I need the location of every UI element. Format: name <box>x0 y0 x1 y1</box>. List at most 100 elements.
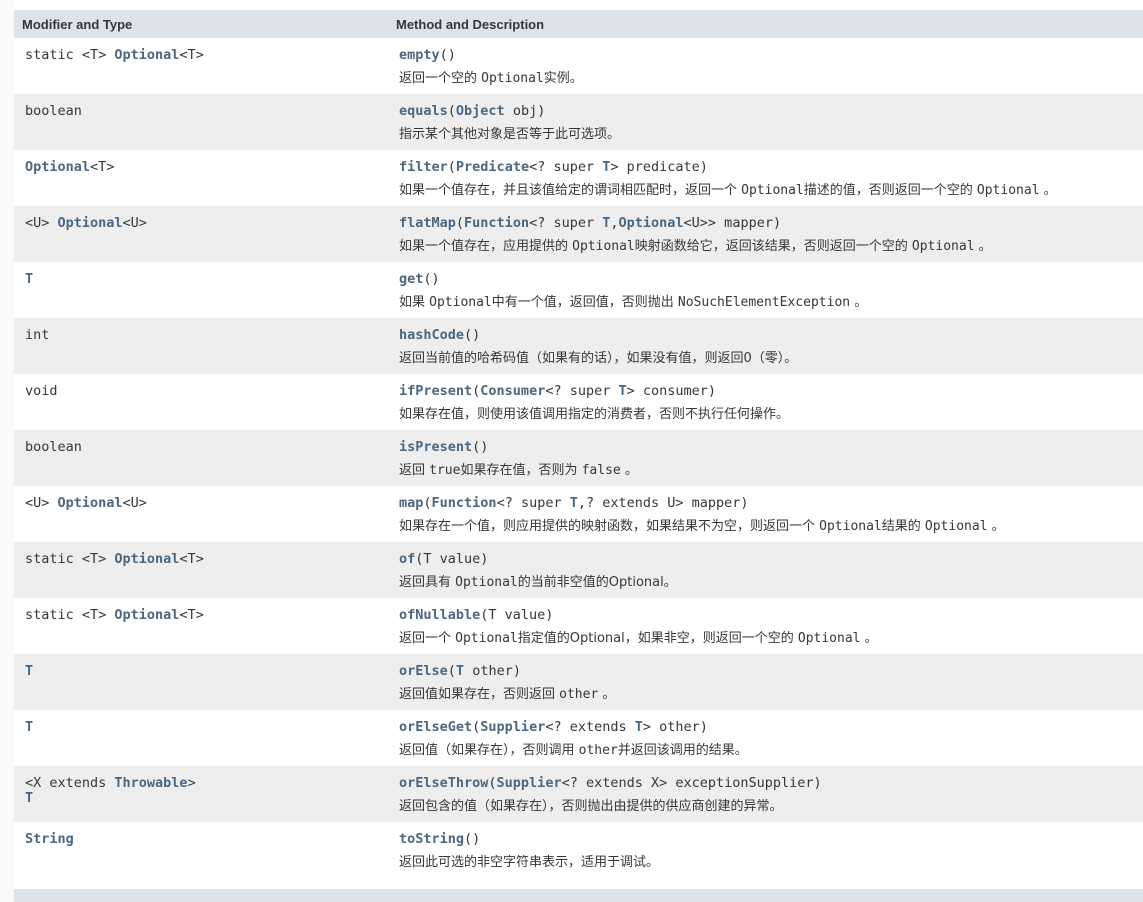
method-description: 如果一个值存在，并且该值给定的谓词相匹配时，返回一个 Optional描述的值，… <box>399 183 1143 198</box>
type-link[interactable]: Optional <box>58 495 123 511</box>
method-link[interactable]: flatMap <box>399 215 456 231</box>
method-text: <? extends X> exceptionSupplier) <box>561 775 822 791</box>
desc-text: 。 <box>620 463 638 478</box>
desc-code: Optional <box>924 519 988 534</box>
type-link[interactable]: Optional <box>25 159 90 175</box>
desc-code: Optional <box>819 519 882 534</box>
method-text: <? super <box>529 159 603 175</box>
modifier-and-type-cell: void <box>14 374 388 430</box>
table-row: TorElseGet(Supplier<? extends T> other) 返… <box>14 710 1143 766</box>
method-and-description-cell: of(T value) 返回具有 Optional的当前非空值的Optional。 <box>388 542 1143 598</box>
desc-text: 。 <box>850 295 868 310</box>
method-link[interactable]: get <box>399 271 423 287</box>
method-link[interactable]: Consumer <box>480 383 545 399</box>
method-link[interactable]: orElse <box>399 663 448 679</box>
method-description: 如果 Optional中有一个值，返回值，否则抛出 NoSuchElementE… <box>399 295 1143 310</box>
method-text: ( <box>447 103 456 119</box>
method-link[interactable]: Supplier <box>480 719 545 735</box>
desc-text: 中有一个值，返回值，否则抛出 <box>491 295 678 310</box>
method-text: () <box>472 439 489 455</box>
method-description: 返回 true如果存在值，否则为 false 。 <box>399 463 1143 478</box>
method-signature: flatMap(Function<? super T,Optional<U>> … <box>399 216 1143 233</box>
type-link[interactable]: T <box>25 790 33 806</box>
table-row: Optional<T> filter(Predicate<? super T> p… <box>14 150 1143 206</box>
method-link[interactable]: isPresent <box>399 439 472 455</box>
type-text: <T> <box>90 159 115 175</box>
method-link[interactable]: T <box>618 383 626 399</box>
method-signature: ofNullable(T value) <box>399 608 1143 625</box>
method-signature: filter(Predicate<? super T> predicate) <box>399 160 1143 177</box>
desc-text: 返回值（如果存在），否则调用 <box>399 743 579 758</box>
method-text: <? super <box>545 383 619 399</box>
desc-text: 返回值如果存在，否则返回 <box>399 687 560 702</box>
method-link[interactable]: ifPresent <box>399 383 472 399</box>
method-link[interactable]: equals <box>399 103 448 119</box>
table-row: static <T> Optional<T> ofNullable(T value… <box>14 598 1143 654</box>
method-link[interactable]: T <box>456 663 464 679</box>
method-and-description-cell: flatMap(Function<? super T,Optional<U>> … <box>388 206 1143 262</box>
modifier-and-type-cell: static <T> Optional<T> <box>14 542 388 598</box>
method-text: ( <box>447 159 456 175</box>
table-row: boolean equals(Object obj) 指示某个其他对象是否等于此可选… <box>14 94 1143 150</box>
type-text: <U> <box>122 495 147 511</box>
method-description: 返回具有 Optional的当前非空值的Optional。 <box>399 575 1143 590</box>
desc-text: 如果一个值存在，并且该值给定的谓词相匹配时，返回一个 <box>399 183 742 198</box>
type-text: static <T> <box>25 607 115 623</box>
type-link[interactable]: T <box>25 663 33 679</box>
method-description: 返回一个空的 Optional实例。 <box>399 71 1143 86</box>
method-link[interactable]: Object <box>456 103 505 119</box>
desc-code: Optional <box>911 239 975 254</box>
method-description: 指示某个其他对象是否等于此可选项。 <box>399 127 1143 142</box>
method-link[interactable]: orElseGet <box>399 719 472 735</box>
type-link[interactable]: String <box>25 831 74 847</box>
type-link[interactable]: Throwable <box>114 775 187 791</box>
method-link[interactable]: hashCode <box>399 327 464 343</box>
method-link[interactable]: T <box>635 719 643 735</box>
type-link[interactable]: T <box>25 719 33 735</box>
method-signature: of(T value) <box>399 552 1143 569</box>
method-description: 返回此可选的非空字符串表示，适用于调试。 <box>399 855 1143 870</box>
type-link[interactable]: Optional <box>58 215 123 231</box>
method-and-description-cell: get() 如果 Optional中有一个值，返回值，否则抛出 NoSuchEle… <box>388 262 1143 318</box>
desc-text: 指示某个其他对象是否等于此可选项。 <box>399 127 621 142</box>
table-row: String toString() 返回此可选的非空字符串表示，适用于调试。 <box>14 822 1143 878</box>
method-and-description-cell: hashCode() 返回当前值的哈希码值（如果有的话），如果没有值，则返回0（零… <box>388 318 1143 374</box>
type-text: <X extends <box>25 775 115 791</box>
desc-text: 映射函数给它，返回该结果，否则返回一个空的 <box>634 239 912 254</box>
type-link[interactable]: Optional <box>114 47 179 63</box>
method-link[interactable]: map <box>399 495 423 511</box>
type-link[interactable]: Optional <box>114 607 179 623</box>
method-text: > consumer) <box>626 383 717 399</box>
table-body: static <T> Optional<T> empty() 返回一个空的 Opti… <box>14 38 1143 878</box>
method-link[interactable]: Optional <box>619 215 684 231</box>
footer-bar <box>14 889 1143 902</box>
method-link[interactable]: T <box>570 495 578 511</box>
desc-code: Optional <box>481 71 544 86</box>
method-link[interactable]: orElseThrow <box>399 775 488 791</box>
header-method-and-description: Method and Description <box>396 16 545 32</box>
method-link[interactable]: filter <box>399 159 448 175</box>
method-link[interactable]: empty <box>399 47 440 63</box>
method-text: > predicate) <box>610 159 708 175</box>
method-text: ,? extends U> mapper) <box>577 495 749 511</box>
method-link[interactable]: Function <box>464 215 529 231</box>
type-link[interactable]: Optional <box>114 551 179 567</box>
desc-text: 描述的值，否则返回一个空的 <box>803 183 977 198</box>
method-and-description-cell: ifPresent(Consumer<? super T> consumer) 如… <box>388 374 1143 430</box>
desc-text: 返回 <box>399 463 430 478</box>
method-description: 如果存在一个值，则应用提供的映射函数，如果结果不为空，则返回一个 Optiona… <box>399 519 1143 534</box>
method-link[interactable]: of <box>399 551 415 567</box>
desc-text: 如果存在值，否则为 <box>460 463 582 478</box>
method-signature: equals(Object obj) <box>399 104 1143 121</box>
type-link[interactable]: T <box>25 271 33 287</box>
method-link[interactable]: Supplier <box>497 775 562 791</box>
method-link[interactable]: Function <box>432 495 497 511</box>
desc-text: 如果存在一个值，则应用提供的映射函数，如果结果不为空，则返回一个 <box>399 519 820 534</box>
desc-text: 的当前非空值的Optional。 <box>517 575 677 590</box>
method-text: <? super <box>529 215 603 231</box>
desc-code: other <box>578 743 618 758</box>
table-row: static <T> Optional<T> empty() 返回一个空的 Opti… <box>14 38 1143 94</box>
method-link[interactable]: ofNullable <box>399 607 480 623</box>
method-link[interactable]: toString <box>399 831 464 847</box>
method-link[interactable]: Predicate <box>456 159 529 175</box>
